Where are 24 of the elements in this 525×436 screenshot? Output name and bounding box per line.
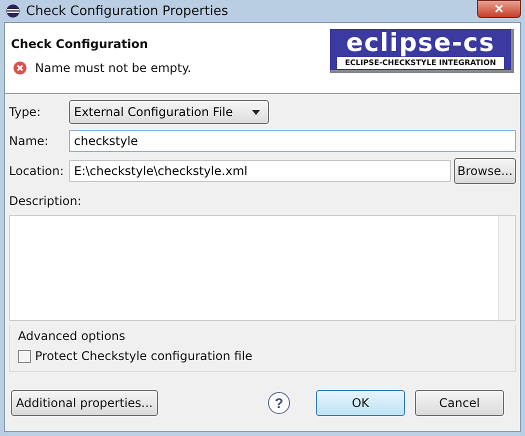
scrollbar[interactable] [498, 216, 515, 320]
dialog-heading: Check Configuration [11, 37, 150, 51]
checkbox-label: Protect Checkstyle configuration file [35, 349, 252, 363]
type-dropdown[interactable]: External Configuration File [69, 100, 269, 124]
checkbox[interactable] [18, 350, 31, 362]
location-field[interactable]: E:\checkstyle\checkstyle.xml [69, 160, 451, 182]
additional-properties-button[interactable]: Additional properties... [11, 390, 158, 416]
group-title: Advanced options [18, 329, 126, 343]
app-icon [6, 4, 20, 18]
location-label: Location: [9, 164, 65, 178]
cancel-button[interactable]: Cancel [415, 390, 504, 416]
description-field[interactable] [9, 215, 516, 321]
caret-icon [252, 110, 260, 114]
error-message: Name must not be empty. [35, 61, 192, 75]
name-field[interactable]: checkstyle [69, 130, 516, 152]
window-title: Check Configuration Properties [26, 4, 228, 18]
browse-button[interactable]: Browse... [454, 158, 516, 184]
type-label: Type: [9, 105, 42, 119]
description-label: Description: [9, 194, 82, 208]
logo-title: eclipse-cs [346, 29, 495, 57]
name-label: Name: [9, 134, 50, 148]
help-button[interactable]: ? [268, 392, 290, 414]
error-icon [13, 61, 27, 75]
ok-button[interactable]: OK [316, 390, 405, 416]
